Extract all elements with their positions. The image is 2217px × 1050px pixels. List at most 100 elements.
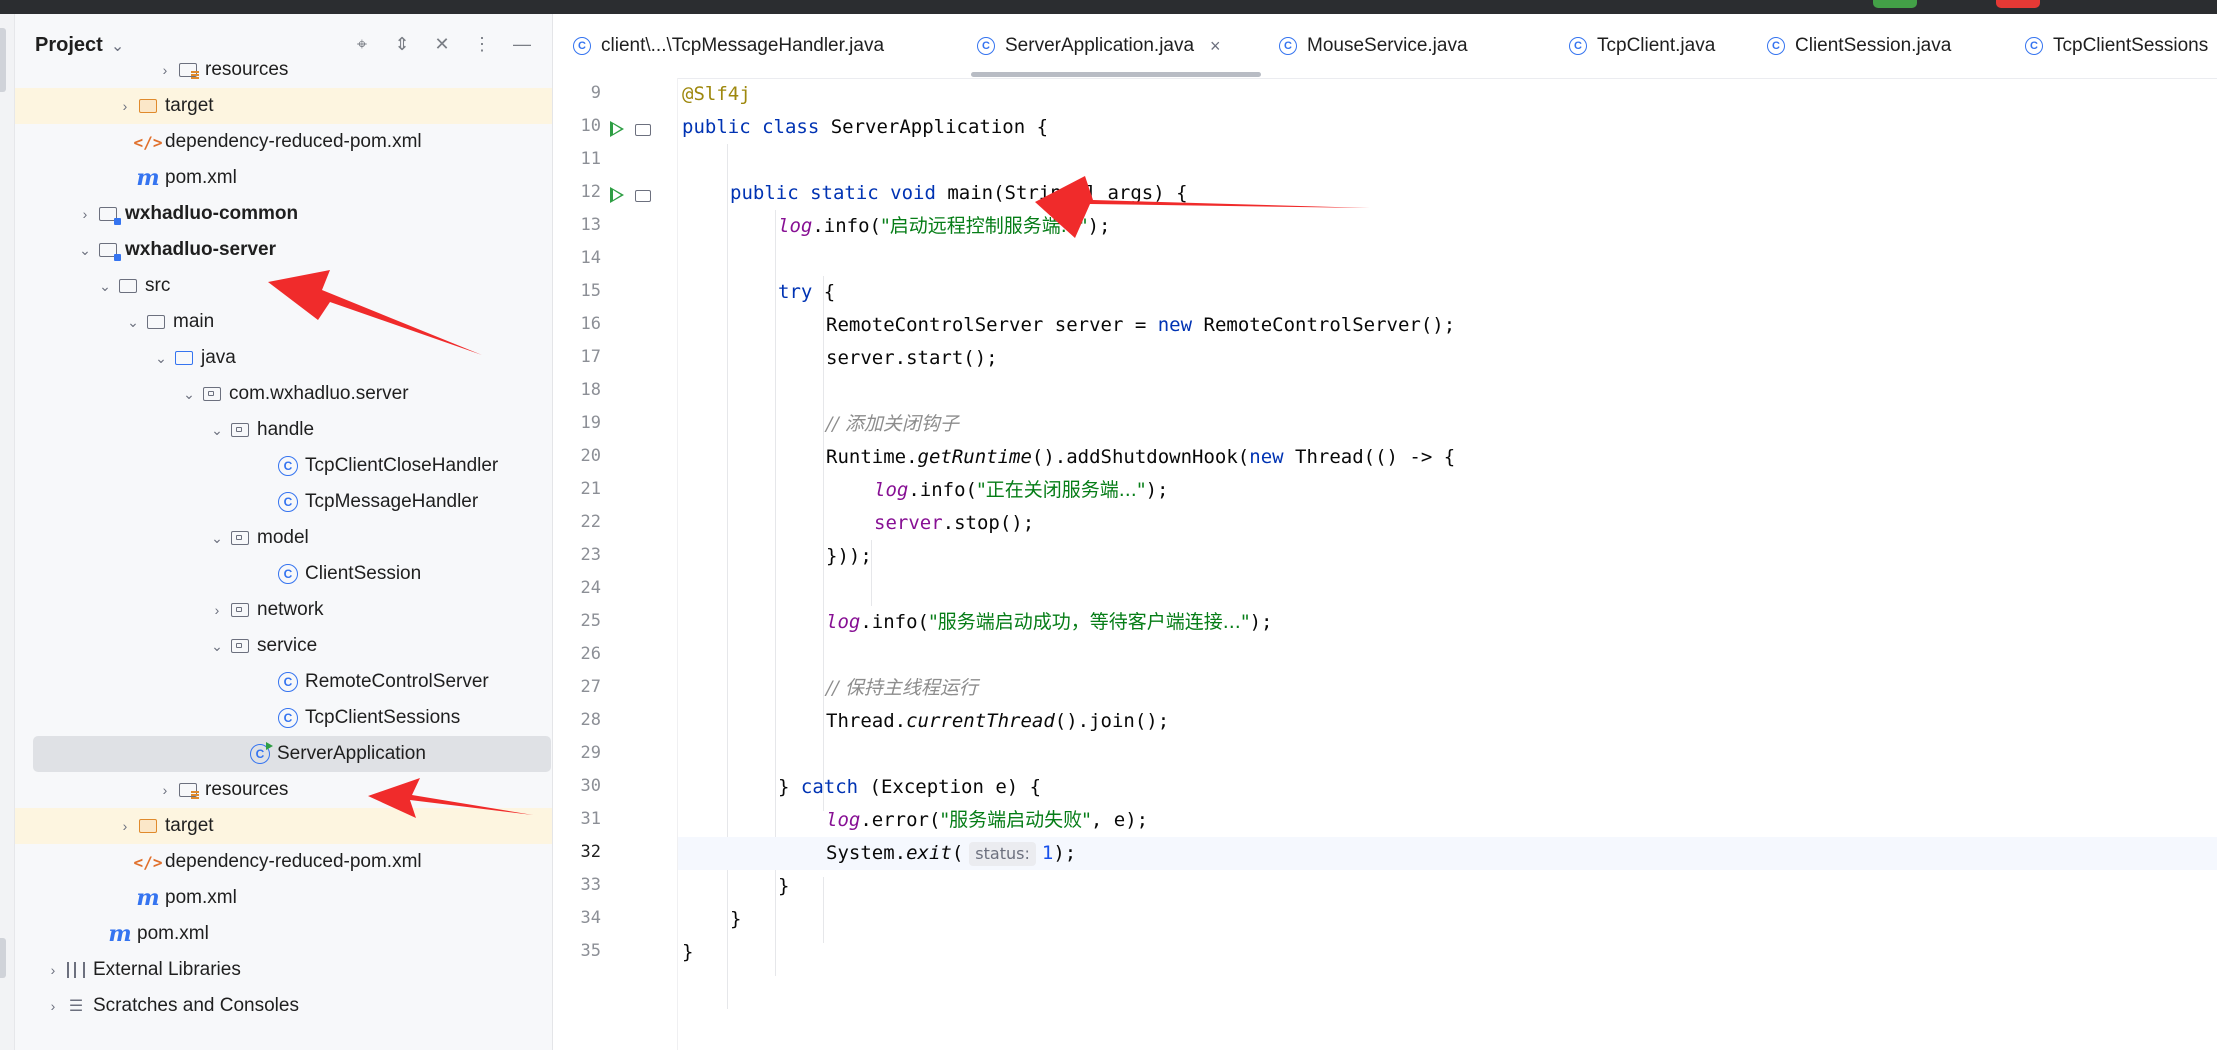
tab-tcpclientsessions[interactable]: C TcpClientSessions xyxy=(2025,14,2208,78)
tree-item[interactable]: m pom.xml xyxy=(15,160,552,196)
code-text: .info( xyxy=(812,215,881,237)
tree-item[interactable]: ⌄ model xyxy=(15,520,552,556)
bottom-tool-tab[interactable] xyxy=(0,938,6,978)
tree-item[interactable]: › network xyxy=(15,592,552,628)
tree-item[interactable]: › ☰ Scratches and Consoles xyxy=(15,988,552,1024)
xml-file-icon: </> xyxy=(133,852,163,872)
resources-folder-icon xyxy=(175,779,201,801)
close-icon[interactable]: × xyxy=(1210,36,1221,57)
tree-item[interactable]: C TcpClientCloseHandler xyxy=(15,448,552,484)
tree-item-label: pom.xml xyxy=(137,923,209,944)
tree-item-label: TcpMessageHandler xyxy=(305,491,479,512)
field: log xyxy=(826,611,861,633)
package-icon xyxy=(199,383,225,405)
code-text: RemoteControlServer server = new RemoteC… xyxy=(826,309,1455,342)
project-tool-tab[interactable] xyxy=(0,28,6,92)
tree-item[interactable]: C ClientSession xyxy=(15,556,552,592)
tree-item[interactable]: › resources xyxy=(15,772,552,808)
tree-item[interactable]: m pom.xml xyxy=(15,916,552,952)
keyword: public static void xyxy=(730,182,936,204)
tree-item[interactable]: ⌄ java xyxy=(15,340,552,376)
tree-item[interactable]: ⌄ src xyxy=(15,268,552,304)
code-line-20: Runtime.getRuntime().addShutdownHook(new… xyxy=(678,441,2217,474)
chevron-down-icon[interactable]: ⌄ xyxy=(151,350,171,367)
run-main-icon[interactable] xyxy=(610,187,624,203)
chevron-right-icon[interactable]: › xyxy=(43,998,63,1014)
tree-item[interactable]: C ServerApplication xyxy=(33,736,551,772)
tab-serverapplication[interactable]: C ServerApplication.java × xyxy=(977,14,1221,78)
maven-icon: m xyxy=(136,165,160,191)
chevron-down-icon[interactable]: ⌄ xyxy=(207,422,227,439)
code-text: Runtime.getRuntime().addShutdownHook(new… xyxy=(826,441,1455,474)
line-number: 19 xyxy=(580,413,601,433)
tree-item[interactable]: </> dependency-reduced-pom.xml xyxy=(15,844,552,880)
tree-item[interactable]: </> dependency-reduced-pom.xml xyxy=(15,124,552,160)
tab-tcpmessagehandler[interactable]: Cclient\...\TcpMessageHandler.java xyxy=(573,14,884,78)
tree-item[interactable]: ⌄ service xyxy=(15,628,552,664)
tree-item[interactable]: C TcpClientSessions xyxy=(15,700,552,736)
chevron-down-icon[interactable]: ⌄ xyxy=(123,314,143,331)
comment: // 保持主线程运行 xyxy=(826,677,978,699)
bookmark-icon[interactable] xyxy=(635,124,651,136)
tree-item[interactable]: C TcpMessageHandler xyxy=(15,484,552,520)
tree-item[interactable]: › wxhadluo-common xyxy=(15,196,552,232)
tree-item[interactable]: › target xyxy=(15,88,552,124)
line-number: 26 xyxy=(580,644,601,664)
code-editor[interactable]: @Slf4j public class ServerApplication { … xyxy=(678,78,2217,1050)
tree-item[interactable]: ⌄ com.wxhadluo.server xyxy=(15,376,552,412)
code-line-30: } catch (Exception e) { xyxy=(678,771,2217,804)
line-number: 29 xyxy=(580,743,601,763)
field: log xyxy=(874,479,909,501)
chevron-right-icon[interactable]: › xyxy=(43,962,63,978)
tree-item[interactable]: ⌄ wxhadluo-server xyxy=(15,232,552,268)
tree-item-content: C TcpMessageHandler xyxy=(255,484,478,520)
chevron-down-icon[interactable]: ⌄ xyxy=(207,530,227,547)
code-text: .info( xyxy=(860,611,929,633)
tree-item-content: › resources xyxy=(155,52,289,88)
tree-item[interactable]: ⌄ main xyxy=(15,304,552,340)
code-line-31: log.error("服务端启动失败", e); xyxy=(678,804,2217,837)
tree-item[interactable]: ⌄ handle xyxy=(15,412,552,448)
excluded-folder-icon xyxy=(135,95,161,117)
chevron-right-icon[interactable]: › xyxy=(115,818,135,834)
bookmark-icon[interactable] xyxy=(635,190,651,202)
code-line-10: public class ServerApplication { xyxy=(678,111,2217,144)
tree-item[interactable]: › External Libraries xyxy=(15,952,552,988)
line-number: 11 xyxy=(580,149,601,169)
keyword: try xyxy=(778,281,813,303)
tree-item-content: ⌄ service xyxy=(207,628,317,664)
code-text: public static void main(String[] args) { xyxy=(730,177,1188,210)
class-icon: C xyxy=(2025,37,2043,55)
field: log xyxy=(826,809,861,831)
chevron-right-icon[interactable]: › xyxy=(115,98,135,114)
run-class-icon[interactable] xyxy=(610,121,624,137)
tab-clientsession[interactable]: C ClientSession.java xyxy=(1767,14,1951,78)
tree-item[interactable]: C RemoteControlServer xyxy=(15,664,552,700)
line-number: 16 xyxy=(580,314,601,334)
chevron-down-icon[interactable]: ⌄ xyxy=(207,638,227,655)
code-text: server.stop(); xyxy=(874,507,1034,540)
package-icon xyxy=(227,527,253,549)
chevron-right-icon[interactable]: › xyxy=(207,602,227,618)
tab-mouseservice[interactable]: C MouseService.java xyxy=(1279,14,1468,78)
code-text: ); xyxy=(1249,611,1273,633)
tree-item-label: dependency-reduced-pom.xml xyxy=(165,851,422,872)
chevron-down-icon[interactable]: ⌄ xyxy=(179,386,199,403)
chevron-right-icon[interactable]: › xyxy=(75,206,95,222)
line-number: 23 xyxy=(580,545,601,565)
resources-folder-icon xyxy=(175,59,201,81)
line-number: 20 xyxy=(580,446,601,466)
tree-item[interactable]: m pom.xml xyxy=(15,880,552,916)
code-text: (Exception e) { xyxy=(858,776,1042,798)
chevron-down-icon[interactable]: ⌄ xyxy=(75,242,95,259)
chevron-down-icon[interactable]: ⌄ xyxy=(95,278,115,295)
chevron-right-icon[interactable]: › xyxy=(155,62,175,78)
tree-item-label: resources xyxy=(205,779,289,800)
chevron-right-icon[interactable]: › xyxy=(155,782,175,798)
code-text: public class ServerApplication { xyxy=(682,111,1048,144)
tree-item[interactable]: › target xyxy=(15,808,552,844)
tree-item[interactable]: › resources xyxy=(15,52,552,88)
string-literal: "服务端启动成功，等待客户端连接..." xyxy=(928,611,1250,633)
tree-item-label: pom.xml xyxy=(165,167,237,188)
tab-tcpclient[interactable]: C TcpClient.java xyxy=(1569,14,1715,78)
